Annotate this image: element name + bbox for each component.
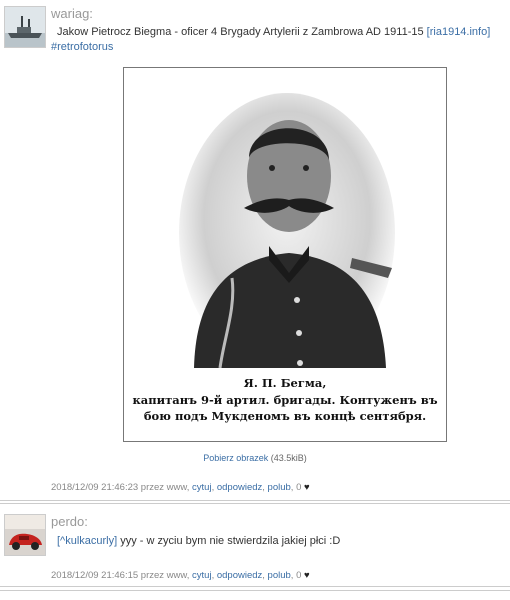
quote-link[interactable]: cytuj <box>192 570 212 581</box>
post-timestamp: 2018/12/09 21:46:15 przez www, <box>51 570 190 581</box>
post-divider <box>0 503 510 504</box>
post-body: Jakow Pietrocz Biegma - oficer 4 Brygady… <box>57 26 427 38</box>
caption-line-3: бою подъ Мукденомъ въ концѣ сентября. <box>143 409 427 423</box>
quote-link[interactable]: cytuj <box>192 482 212 493</box>
portrait-image <box>179 93 395 368</box>
post-author[interactable]: perdo: <box>51 514 88 529</box>
post-author[interactable]: wariag: <box>51 6 93 21</box>
post-image[interactable]: Я. П. Бегма, капитанъ 9-й артил. бригады… <box>123 67 447 442</box>
reply-to-link[interactable]: [^kulkacurly] <box>51 535 117 547</box>
like-count: 0 <box>296 482 302 493</box>
post-divider <box>0 586 510 587</box>
hashtag-link[interactable]: #retrofotorus <box>51 41 113 53</box>
post-text: Jakow Pietrocz Biegma - oficer 4 Brygady… <box>51 25 501 55</box>
post-meta: 2018/12/09 21:46:15 przez www, cytuj, od… <box>51 570 310 581</box>
image-download: Pobierz obrazek (43.5kiB) <box>0 453 510 463</box>
download-image-link[interactable]: Pobierz obrazek <box>203 453 268 463</box>
post-meta: 2018/12/09 21:46:23 przez www, cytuj, od… <box>51 482 310 493</box>
reply-link[interactable]: odpowiedz <box>217 570 262 581</box>
post-divider <box>0 590 510 591</box>
avatar[interactable] <box>4 6 46 48</box>
heart-icon: ♥ <box>304 570 310 581</box>
reply-link[interactable]: odpowiedz <box>217 482 262 493</box>
image-size: (43.5kiB) <box>270 453 307 463</box>
post-timestamp: 2018/12/09 21:46:23 przez www, <box>51 482 190 493</box>
caption-line-2: капитанъ 9-й артил. бригады. Контуженъ в… <box>132 393 438 407</box>
post-wariag: wariag: Jakow Pietrocz Biegma - oficer 4… <box>0 0 510 500</box>
post-divider <box>0 500 510 501</box>
like-link[interactable]: polub <box>268 482 291 493</box>
source-link[interactable]: [ria1914.info] <box>427 26 491 38</box>
post-body: yyy - w zyciu bym nie stwierdzila jakiej… <box>117 535 341 547</box>
car-avatar-icon <box>5 515 45 555</box>
caption-line-1: Я. П. Бегма, <box>243 376 327 390</box>
like-count: 0 <box>296 570 302 581</box>
post-text: [^kulkacurly] yyy - w zyciu bym nie stwi… <box>51 534 340 549</box>
ship-avatar-icon <box>5 7 45 47</box>
heart-icon: ♥ <box>304 482 310 493</box>
like-link[interactable]: polub <box>268 570 291 581</box>
avatar[interactable] <box>4 514 46 556</box>
